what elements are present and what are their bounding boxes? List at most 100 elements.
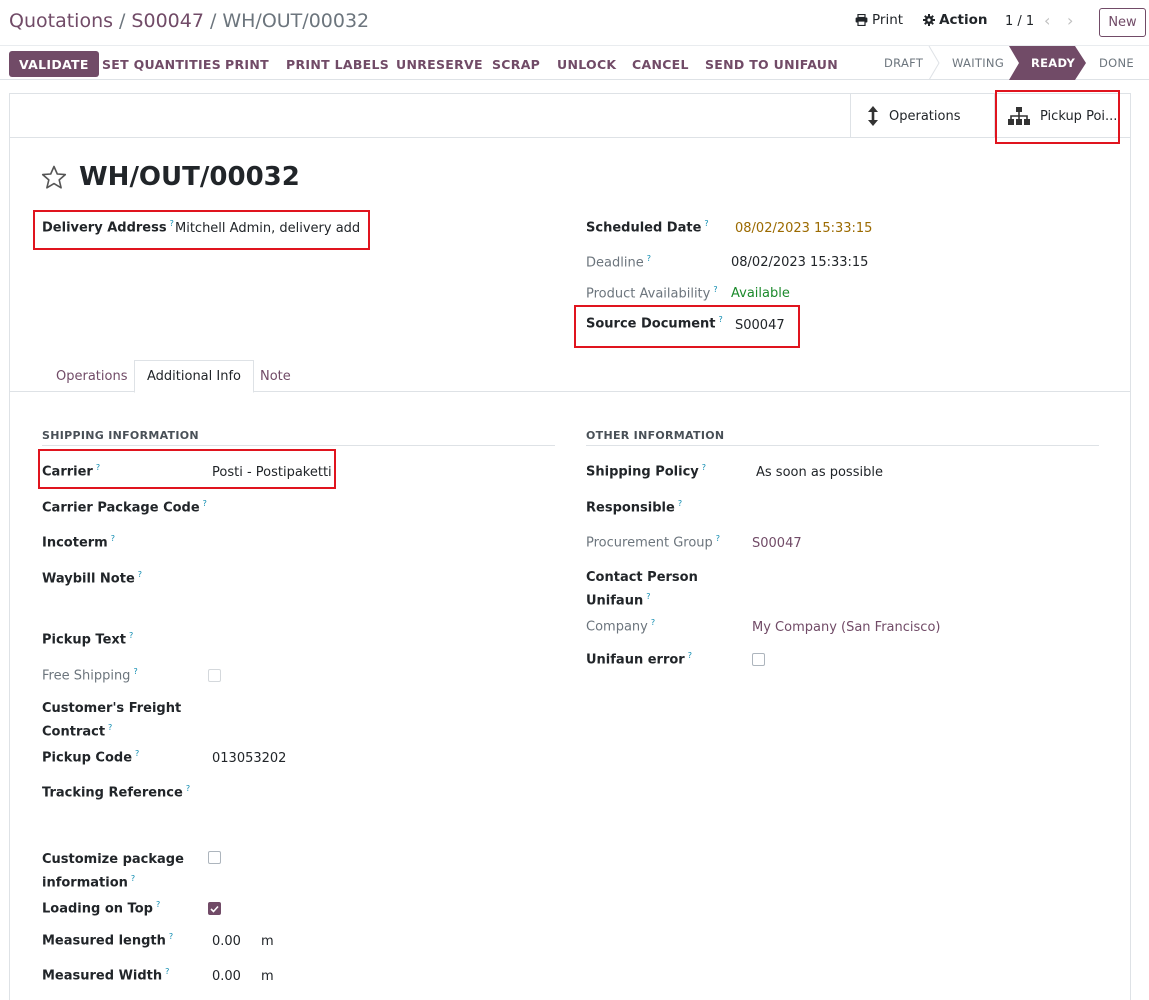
scheduled-date-field[interactable]: 08/02/2023 15:33:15 [735,221,872,236]
action-menu-label: Action [939,12,988,28]
chevron-left-icon[interactable]: ‹ [1044,11,1050,30]
status-waiting[interactable]: WAITING [952,56,1004,70]
status-done[interactable]: DONE [1099,56,1134,70]
breadcrumb-sale-order[interactable]: S00047 [131,10,204,32]
measured-length-unit: m [261,934,274,949]
help-icon[interactable]: ? [135,749,139,758]
availability-label: Product Availability? [586,285,718,301]
breadcrumb-quotations[interactable]: Quotations [9,10,113,32]
form-sheet: Operations Pickup Poi... WH/OUT/00032 De… [9,90,1131,1000]
help-icon[interactable]: ? [716,534,720,543]
help-icon[interactable]: ? [133,667,137,676]
customize-package-label-line1: Customize package [42,852,184,867]
carrier-label: Carrier? [42,463,100,479]
help-icon[interactable]: ? [111,534,115,543]
help-icon[interactable]: ? [138,570,142,579]
source-document-field[interactable]: S00047 [735,318,785,333]
pickup-code-field[interactable]: 013053202 [212,751,286,766]
breadcrumb-separator: / [119,10,126,32]
measured-width-unit: m [261,969,274,984]
print-menu-button[interactable]: Print [855,12,903,28]
smart-button-box: Operations Pickup Poi... [10,94,1130,138]
new-button[interactable]: New [1099,8,1146,37]
help-icon[interactable]: ? [170,219,174,228]
help-icon[interactable]: ? [203,499,207,508]
print-menu-label: Print [872,12,904,28]
action-menu-button[interactable]: Action [923,12,987,28]
unlock-button[interactable]: UNLOCK [557,51,616,77]
procurement-group-link[interactable]: S00047 [752,536,802,551]
operations-smart-label: Operations [889,108,961,124]
print-button[interactable]: PRINT [225,51,269,77]
unreserve-button[interactable]: UNRESERVE [396,51,483,77]
tab-note[interactable]: Note [248,360,303,392]
measured-length-field[interactable]: 0.00 [212,934,241,949]
customize-package-checkbox[interactable] [208,851,221,864]
send-to-unifaun-button[interactable]: SEND TO UNIFAUN [705,51,838,77]
help-icon[interactable]: ? [108,723,112,732]
control-panel: Quotations / S00047/WH/OUT/00032 Print Act… [0,0,1149,45]
chevron-right-icon[interactable]: › [1067,11,1073,30]
pager-value[interactable]: 1 / 1 [1005,14,1034,29]
delivery-address-field[interactable]: Mitchell Admin, delivery add [175,221,360,236]
help-icon[interactable]: ? [713,285,717,294]
set-quantities-button[interactable]: SET QUANTITIES [102,51,221,77]
help-icon[interactable]: ? [678,499,682,508]
help-icon[interactable]: ? [688,651,692,660]
customize-package-label: Customize package information? [42,850,184,892]
tab-operations[interactable]: Operations [44,360,139,392]
company-label: Company? [586,618,655,634]
help-icon[interactable]: ? [702,463,706,472]
company-link[interactable]: My Company (San Francisco) [752,620,940,635]
star-icon[interactable] [41,165,67,190]
validate-button[interactable]: VALIDATE [9,51,99,77]
help-icon[interactable]: ? [169,932,173,941]
print-labels-button[interactable]: PRINT LABELS [286,51,389,77]
help-icon[interactable]: ? [646,592,650,601]
status-draft[interactable]: DRAFT [884,56,923,70]
breadcrumb-current: WH/OUT/00032 [222,10,370,32]
action-bar: VALIDATE SET QUANTITIES PRINT PRINT LABE… [0,45,1149,80]
deadline-label: Deadline? [586,254,651,270]
status-ready[interactable]: READY [1031,56,1075,70]
help-icon[interactable]: ? [704,219,708,228]
help-icon[interactable]: ? [165,967,169,976]
carrier-label-text: Carrier [42,464,93,480]
help-icon[interactable]: ? [131,874,135,883]
tracking-reference-label: Tracking Reference? [42,784,190,800]
free-shipping-label-text: Free Shipping [42,668,131,684]
loading-on-top-checkbox[interactable] [208,902,221,915]
cancel-button[interactable]: CANCEL [632,51,689,77]
incoterm-label: Incoterm? [42,534,115,550]
help-icon[interactable]: ? [156,900,160,909]
shipping-policy-label: Shipping Policy? [586,463,706,479]
help-icon[interactable]: ? [129,631,133,640]
highlight-box-pickup [995,90,1120,144]
top-actions: Print Action [855,12,1007,28]
contact-person-label-line1: Contact Person [586,570,698,585]
scrap-button[interactable]: SCRAP [492,51,540,77]
responsible-label-text: Responsible [586,500,675,516]
tab-additional-info[interactable]: Additional Info [134,360,254,393]
help-icon[interactable]: ? [186,784,190,793]
scheduled-date-label: Scheduled Date? [586,219,709,235]
carrier-field[interactable]: Posti - Postipaketti [212,465,332,480]
measured-width-field[interactable]: 0.00 [212,969,241,984]
pickup-text-label: Pickup Text? [42,631,133,647]
waybill-note-label-text: Waybill Note [42,571,135,587]
free-shipping-checkbox [208,669,221,682]
shipping-information-heading: SHIPPING INFORMATION [42,429,555,446]
customize-package-label-line2: information [42,875,128,891]
help-icon[interactable]: ? [719,315,723,324]
shipping-policy-field[interactable]: As soon as possible [756,465,883,480]
freight-contract-label-line1: Customer's Freight [42,701,182,716]
help-icon[interactable]: ? [96,463,100,472]
checkmark-icon [210,905,219,913]
free-shipping-label: Free Shipping? [42,667,138,683]
operations-smart-button[interactable]: Operations [850,94,994,138]
help-icon[interactable]: ? [647,254,651,263]
unifaun-error-label-text: Unifaun error [586,652,685,668]
unifaun-error-checkbox[interactable] [752,653,765,666]
help-icon[interactable]: ? [651,618,655,627]
measured-length-label: Measured length? [42,932,173,948]
